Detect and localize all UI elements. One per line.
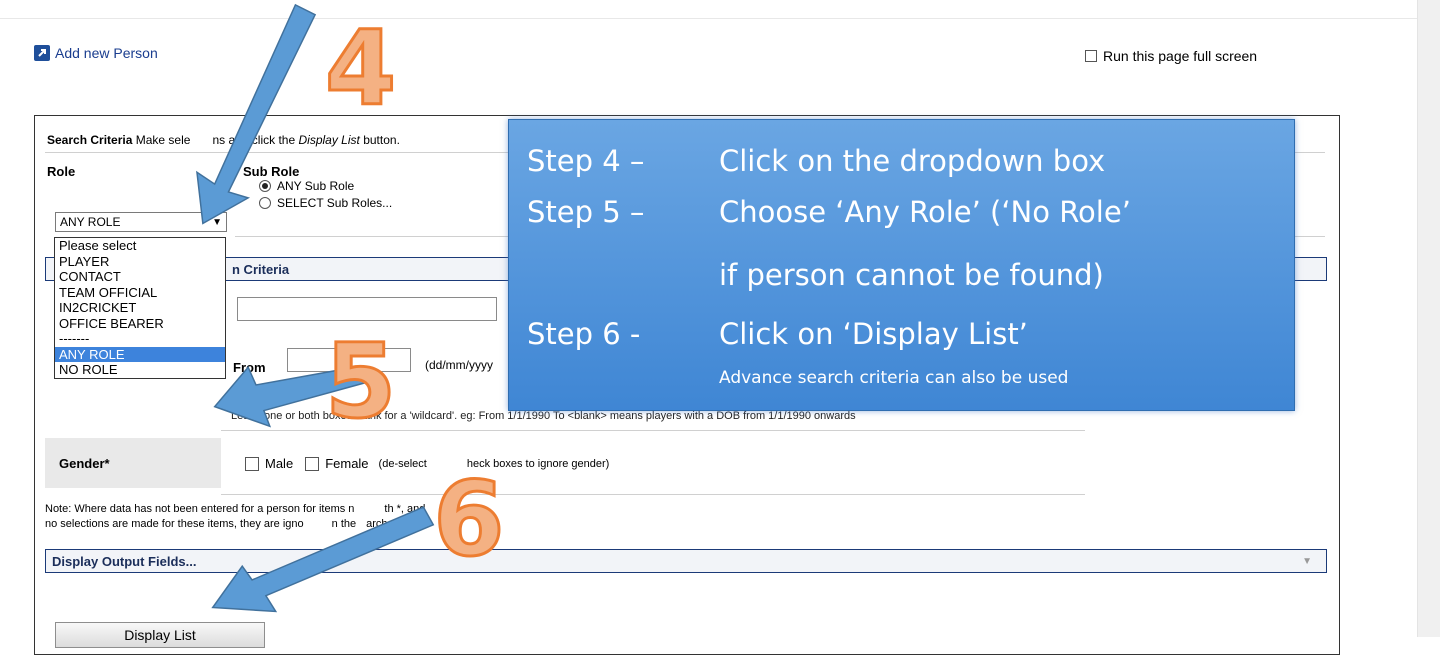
step-5-number: Step 5 – bbox=[527, 195, 645, 229]
wildcard-note: Leave one or both boxes blank for a 'wil… bbox=[231, 410, 856, 422]
external-link-icon bbox=[34, 45, 50, 61]
role-option[interactable]: TEAM OFFICIAL bbox=[55, 285, 225, 301]
gender-label: Gender* bbox=[45, 438, 221, 488]
collapse-icon: ▼ bbox=[1302, 556, 1312, 567]
male-checkbox[interactable] bbox=[245, 456, 259, 471]
scrollbar[interactable] bbox=[1417, 0, 1440, 637]
add-new-person-link[interactable]: Add new Person bbox=[34, 45, 158, 61]
chevron-down-icon: ▼ bbox=[212, 216, 222, 228]
gender-options: Male Female (de-select heck boxes to ign… bbox=[245, 456, 609, 471]
select-subroles-radio[interactable] bbox=[259, 197, 271, 209]
step-6-number: Step 6 - bbox=[527, 317, 641, 351]
role-option[interactable]: PLAYER bbox=[55, 254, 225, 270]
criteria-text-input[interactable] bbox=[237, 297, 497, 321]
display-output-fields-bar[interactable]: Display Output Fields... ▼ bbox=[45, 549, 1327, 573]
role-option[interactable]: OFFICE BEARER bbox=[55, 316, 225, 332]
step-5-text: Choose ‘Any Role’ (‘No Role’ bbox=[719, 195, 1131, 229]
role-option[interactable]: Please select bbox=[55, 238, 225, 254]
step-6-text: Click on ‘Display List’ bbox=[719, 317, 1028, 351]
divider bbox=[221, 494, 1085, 495]
role-label: Role bbox=[47, 164, 76, 179]
from-date-input[interactable] bbox=[287, 348, 411, 372]
fullscreen-checkbox[interactable] bbox=[1085, 50, 1097, 62]
role-option[interactable]: IN2CRICKET bbox=[55, 300, 225, 316]
female-checkbox[interactable] bbox=[305, 456, 320, 471]
search-note: Note: Where data has not been entered fo… bbox=[45, 503, 426, 530]
divider bbox=[221, 430, 1085, 431]
role-dropdown[interactable]: ANY ROLE ▼ bbox=[55, 212, 227, 232]
date-format-hint: (dd/mm/yyyy bbox=[425, 358, 494, 372]
step-4-number: Step 4 – bbox=[527, 144, 645, 178]
fullscreen-option[interactable]: Run this page full screen bbox=[1085, 48, 1257, 64]
instruction-callout: Step 4 – Click on the dropdown box Step … bbox=[508, 119, 1295, 411]
role-option[interactable]: NO ROLE bbox=[55, 362, 225, 378]
select-subroles-option[interactable]: SELECT Sub Roles... bbox=[259, 196, 392, 210]
from-label: From bbox=[233, 360, 266, 375]
role-option[interactable]: ------- bbox=[55, 331, 225, 347]
any-subrole-radio[interactable] bbox=[259, 180, 271, 192]
step-5-text-cont: if person cannot be found) bbox=[719, 258, 1104, 292]
role-option[interactable]: ANY ROLE bbox=[55, 346, 225, 362]
subrole-label: Sub Role bbox=[243, 164, 300, 179]
display-list-button[interactable]: Display List bbox=[55, 622, 265, 648]
add-new-person-label: Add new Person bbox=[55, 45, 158, 61]
any-subrole-option[interactable]: ANY Sub Role bbox=[259, 179, 354, 193]
top-border bbox=[0, 0, 1418, 19]
role-option[interactable]: CONTACT bbox=[55, 269, 225, 285]
step-4-text: Click on the dropdown box bbox=[719, 144, 1106, 178]
criteria-header: Search Criteria Make sele ns and click th… bbox=[47, 133, 400, 147]
step-6-subtext: Advance search criteria can also be used bbox=[719, 368, 1069, 388]
fullscreen-label: Run this page full screen bbox=[1103, 48, 1258, 64]
role-dropdown-list[interactable]: Please select PLAYER CONTACT TEAM OFFICIAL I… bbox=[54, 237, 226, 379]
marker-4: 4 bbox=[325, 9, 396, 128]
